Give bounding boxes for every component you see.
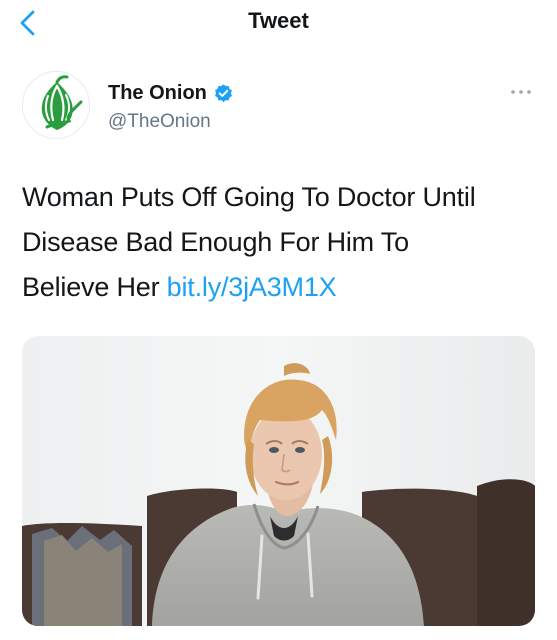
user-handle[interactable]: @TheOnion [108,111,211,133]
tweet-text-segment: Believe Her [22,272,167,302]
tweet-text-line: Woman Puts Off Going To Doctor Until [22,182,476,212]
tweet-text: Woman Puts Off Going To Doctor Until Dis… [22,175,537,310]
onion-logo-icon [41,75,83,130]
media-image[interactable] [22,336,535,626]
article-photo [22,336,535,626]
more-options-icon[interactable] [507,82,535,102]
verified-badge-icon [214,84,232,102]
name-row: The Onion [108,82,234,105]
display-name[interactable]: The Onion [108,82,207,105]
navigation-bar: Tweet [0,0,557,44]
page-title: Tweet [248,8,309,33]
tweet-text-line: Disease Bad Enough For Him To [22,227,409,257]
tweet-text-line: Believe Her bit.ly/3jA3M1X [22,265,537,310]
avatar[interactable] [22,71,90,139]
tweet-link[interactable]: bit.ly/3jA3M1X [167,272,337,302]
tweet-header: The Onion @TheOnion [0,68,557,139]
